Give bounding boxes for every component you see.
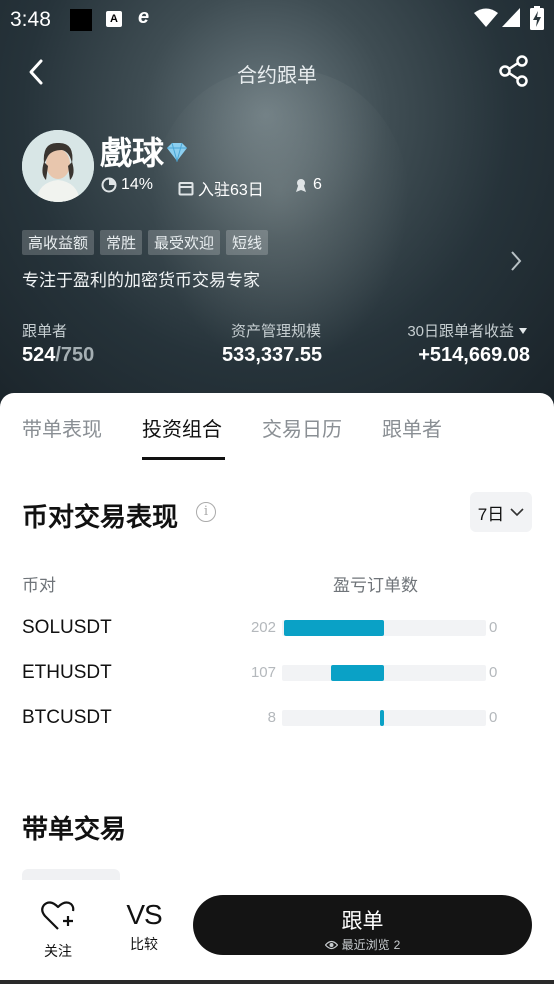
loss-count: 0 [489,619,498,636]
favorite-label: 关注 [44,943,72,959]
tag: 短线 [226,230,269,255]
order-bar-track [282,620,486,636]
tab-followers[interactable]: 跟单者 [382,413,442,442]
lead-trades-title: 带单交易 [22,814,127,844]
trader-name: 戲球 [100,134,165,172]
trader-tags: 高收益额 常胜 最受欢迎 短线 [22,230,269,255]
diamond-badge-icon [167,142,187,162]
profit-label-dropdown[interactable]: 30日跟单者收益 [407,320,528,341]
loss-count: 0 [489,709,498,726]
status-bar: 3:48 A e [0,0,554,38]
chevron-right-icon [511,251,522,271]
loss-count: 0 [489,664,498,681]
order-bar-track [282,710,486,726]
page-title: 合约跟单 [237,65,317,87]
bottom-action-bar: 关注 VS 比较 跟单 最近浏览 2 [0,880,554,984]
active-tab-indicator [142,457,225,460]
win-count: 8 [267,709,276,726]
aum-value: 533,337.55 [222,344,323,366]
share-button[interactable] [498,54,530,88]
battery-charging-icon [530,6,544,30]
share-icon [499,55,528,87]
followers-count: 524 [22,344,56,366]
recent-views: 最近浏览 2 [193,936,532,953]
trader-header: 3:48 A e 合约跟单 戲球 14% 入驻63日 6 高收益额 常胜 最受欢… [0,0,554,410]
app-a-icon: A [106,11,122,27]
column-header-orders: 盈亏订单数 [333,576,418,595]
period-value: 7日 [477,504,505,524]
calendar-icon [178,182,194,196]
pair-row: SOLUSDT 202 0 [0,615,554,645]
rank: 6 [293,176,322,194]
column-header-pair: 币对 [22,576,56,595]
followers-max: /750 [55,344,95,366]
aum-label: 资产管理规模 [231,323,322,340]
pie-chart-icon [101,177,117,193]
eye-icon [324,940,338,949]
caret-down-icon [519,327,527,334]
pair-name: SOLUSDT [22,617,112,638]
pair-row: BTCUSDT 8 0 [0,705,554,735]
profit-value: +514,669.08 [418,344,530,366]
followers-label: 跟单者 [22,323,68,340]
chevron-down-icon [510,508,524,517]
tag: 常胜 [100,230,143,255]
followers-value: 524/750 [22,344,94,367]
notification-square-icon [70,9,92,31]
win-bar [331,665,384,681]
win-rate-value: 14% [121,176,154,193]
days-joined-value: 入驻63日 [198,182,264,199]
recent-views-count: 2 [393,937,401,952]
tab-bar: 带单表现 投资组合 交易日历 跟单者 [0,413,554,461]
avatar-image [22,130,94,202]
profit-label: 30日跟单者收益 [407,323,514,340]
tag: 最受欢迎 [148,230,221,255]
wifi-icon [474,8,498,27]
win-count: 107 [250,664,276,681]
avatar[interactable] [22,130,94,202]
compare-label: 比较 [130,936,158,952]
order-bar-track [282,665,486,681]
tab-portfolio[interactable]: 投资组合 [142,413,222,442]
signal-icon [502,8,520,27]
heart-plus-icon [41,901,75,930]
tab-lead-performance[interactable]: 带单表现 [22,413,102,442]
medal-icon [296,179,306,192]
pair-name: BTCUSDT [22,707,112,728]
compare-button[interactable]: VS 比较 [122,900,166,956]
days-joined: 入驻63日 [178,176,264,200]
system-navigation-bar [0,980,554,984]
recent-views-label: 最近浏览 [341,938,390,952]
vs-icon: VS [126,899,162,930]
tag: 高收益额 [22,230,95,255]
pair-row: ETHUSDT 107 0 [0,660,554,690]
follow-button[interactable]: 跟单 最近浏览 2 [193,895,532,955]
period-select[interactable]: 7日 [470,492,532,532]
info-icon[interactable]: i [196,502,216,522]
profile-detail-button[interactable] [506,246,526,276]
tab-trade-calendar[interactable]: 交易日历 [262,413,342,442]
trader-bio: 专注于盈利的加密货币交易专家 [22,271,260,290]
win-rate: 14% [101,176,153,194]
status-time: 3:48 [10,8,51,31]
nav-bar: 合约跟单 [0,50,554,94]
pair-name: ETHUSDT [22,662,112,683]
win-bar [380,710,384,726]
win-bar [284,620,384,636]
favorite-button[interactable]: 关注 [36,900,80,959]
pair-performance-title: 币对交易表现 [22,502,179,532]
browser-e-icon: e [138,6,150,28]
win-count: 202 [250,619,276,636]
follow-label: 跟单 [341,910,384,933]
rank-value: 6 [313,176,322,193]
